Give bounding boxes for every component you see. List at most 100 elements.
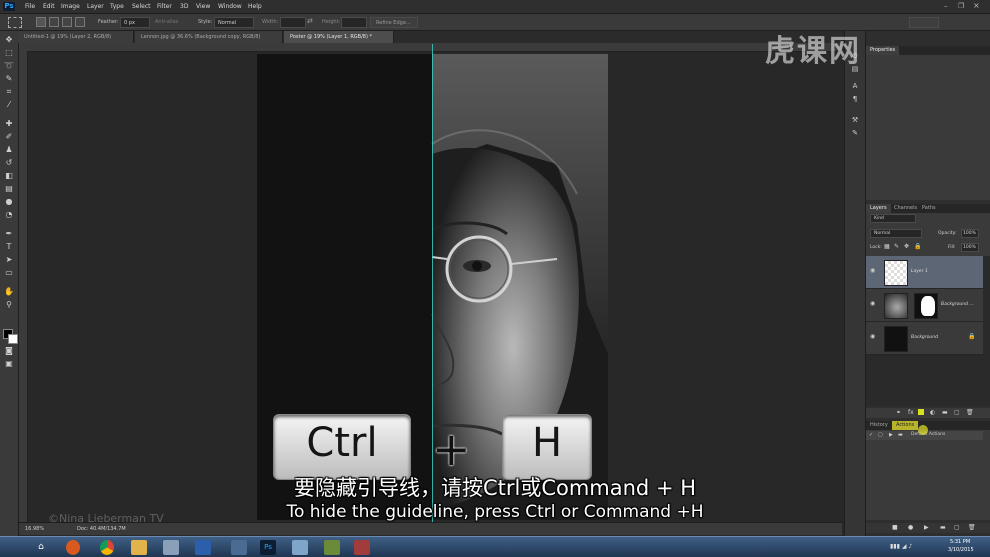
close-icon[interactable]: ×: [973, 1, 980, 10]
swap-icon[interactable]: ⇄: [307, 17, 313, 25]
ruler-horizontal[interactable]: [19, 43, 842, 52]
eraser-tool-icon[interactable]: ◧: [4, 171, 14, 181]
menu-image[interactable]: Image: [61, 3, 80, 10]
menu-filter[interactable]: Filter: [157, 3, 172, 10]
menu-view[interactable]: View: [196, 3, 210, 10]
tab-untitled-1[interactable]: Untitled-1 @ 19% (Layer 2, RGB/8): [18, 31, 134, 43]
tab-actions[interactable]: Actions: [892, 421, 919, 430]
restore-icon[interactable]: ❐: [958, 2, 964, 10]
history-brush-icon[interactable]: ↺: [4, 158, 14, 168]
opacity-input[interactable]: 100%: [961, 229, 979, 238]
tab-lennon[interactable]: Lennon.jpg @ 36.6% (Background copy, RGB…: [135, 31, 283, 43]
eyedropper-tool-icon[interactable]: ⁄: [4, 100, 14, 110]
brush-panel-icon[interactable]: ✎: [850, 128, 860, 138]
play-icon[interactable]: ▶: [924, 524, 929, 531]
quick-mask-icon[interactable]: ◙: [4, 346, 14, 356]
minimize-icon[interactable]: –: [944, 2, 948, 10]
character-panel-icon[interactable]: A: [850, 81, 860, 91]
style-select[interactable]: Normal: [214, 17, 254, 28]
word-icon[interactable]: [195, 540, 211, 555]
lasso-tool-icon[interactable]: ➰: [4, 61, 14, 71]
type-tool-icon[interactable]: T: [4, 242, 14, 252]
feather-input[interactable]: 0 px: [120, 17, 150, 28]
refine-edge-button[interactable]: Refine Edge...: [370, 17, 418, 28]
layer-name[interactable]: Background ...: [941, 302, 974, 307]
record-icon[interactable]: ●: [908, 524, 913, 531]
height-input[interactable]: [341, 17, 367, 28]
tab-properties[interactable]: Properties: [866, 46, 900, 55]
healing-brush-icon[interactable]: ✚: [4, 119, 14, 129]
menu-file[interactable]: File: [25, 3, 35, 10]
ruler-vertical[interactable]: [19, 51, 28, 522]
expand-triangle-icon[interactable]: ▶: [889, 432, 893, 438]
adjustment-layer-icon[interactable]: ◐: [930, 409, 935, 416]
menu-3d[interactable]: 3D: [180, 3, 188, 10]
add-selection-icon[interactable]: [49, 17, 59, 27]
visibility-eye-icon[interactable]: ◉: [870, 334, 876, 340]
layer-style-icon[interactable]: fx: [908, 409, 914, 416]
delete-layer-icon[interactable]: 🗑: [966, 409, 974, 416]
gradient-tool-icon[interactable]: ▤: [4, 184, 14, 194]
windows-start-icon[interactable]: ⌂: [30, 540, 52, 555]
essentials-select[interactable]: [909, 17, 939, 28]
app-icon-2[interactable]: [231, 540, 247, 555]
tool-presets-icon[interactable]: ⚒: [850, 115, 860, 125]
layer-row-background[interactable]: ◉ Background 🔒: [866, 322, 983, 355]
clone-stamp-icon[interactable]: ♟: [4, 145, 14, 155]
lock-position-icon[interactable]: ✥: [904, 243, 909, 250]
lock-pixels-icon[interactable]: ✎: [894, 243, 899, 250]
crop-tool-icon[interactable]: ⌗: [4, 87, 14, 97]
path-select-icon[interactable]: ➤: [4, 255, 14, 265]
blur-tool-icon[interactable]: ●: [4, 197, 14, 207]
delete-action-icon[interactable]: 🗑: [968, 524, 976, 531]
marquee-tool-preset-icon[interactable]: [8, 17, 22, 28]
app-icon-3[interactable]: [324, 540, 340, 555]
new-action-icon[interactable]: ▢: [954, 524, 960, 531]
tab-poster[interactable]: Poster @ 19% (Layer 1, RGB/8) *: [284, 31, 394, 43]
layer-row-layer-1[interactable]: ◉ Layer 1: [866, 256, 983, 289]
layer-mask-thumbnail[interactable]: [914, 293, 938, 319]
marquee-tool-icon[interactable]: ⬚: [4, 48, 14, 58]
antialias-label[interactable]: Anti-alias: [155, 19, 178, 25]
layer-name[interactable]: Layer 1: [911, 269, 928, 274]
screen-mode-icon[interactable]: ▣: [4, 359, 14, 369]
photos-icon[interactable]: [292, 540, 308, 555]
system-tray-icons[interactable]: ▮▮▮ ◢ ♪: [890, 543, 912, 550]
paragraph-panel-icon[interactable]: ¶: [850, 94, 860, 104]
tab-channels[interactable]: Channels: [890, 204, 921, 213]
dodge-tool-icon[interactable]: ◔: [4, 210, 14, 220]
hand-tool-icon[interactable]: ✋: [4, 287, 14, 297]
app-icon-4[interactable]: [354, 540, 370, 555]
quick-select-tool-icon[interactable]: ✎: [4, 74, 14, 84]
zoom-tool-icon[interactable]: ⚲: [4, 300, 14, 310]
layer-row-background-copy[interactable]: ◉ Background ...: [866, 289, 983, 322]
menu-window[interactable]: Window: [218, 3, 242, 10]
background-color-swatch[interactable]: [8, 334, 18, 344]
new-set-icon[interactable]: ▬: [940, 524, 946, 531]
tab-layers[interactable]: Layers: [866, 204, 891, 213]
shape-tool-icon[interactable]: ▭: [4, 268, 14, 278]
stop-icon[interactable]: ■: [892, 524, 898, 531]
new-layer-icon[interactable]: ▢: [954, 409, 960, 416]
intersect-selection-icon[interactable]: [75, 17, 85, 27]
tab-history[interactable]: History: [866, 421, 892, 430]
photoshop-taskbar-icon[interactable]: Ps: [260, 540, 276, 555]
chrome-icon[interactable]: [100, 540, 114, 555]
lock-transparency-icon[interactable]: ▦: [884, 243, 890, 250]
subtract-selection-icon[interactable]: [62, 17, 72, 27]
width-input[interactable]: [280, 17, 306, 28]
check-icon[interactable]: ✓: [869, 432, 873, 438]
fill-input[interactable]: 100%: [961, 243, 979, 252]
visibility-eye-icon[interactable]: ◉: [870, 301, 876, 307]
move-tool-icon[interactable]: ✥: [4, 35, 14, 45]
explorer-icon[interactable]: [131, 540, 147, 555]
actions-set-name[interactable]: Default Actions: [911, 432, 945, 437]
link-layers-icon[interactable]: ⚭: [896, 409, 901, 416]
zoom-level[interactable]: 16.98%: [25, 526, 44, 532]
layer-filter-kind[interactable]: Kind: [870, 214, 916, 223]
menu-help[interactable]: Help: [248, 3, 262, 10]
new-selection-icon[interactable]: [36, 17, 46, 27]
tab-paths[interactable]: Paths: [918, 204, 940, 213]
lock-all-icon[interactable]: 🔒: [914, 243, 921, 250]
blend-mode-select[interactable]: Normal: [870, 229, 922, 238]
